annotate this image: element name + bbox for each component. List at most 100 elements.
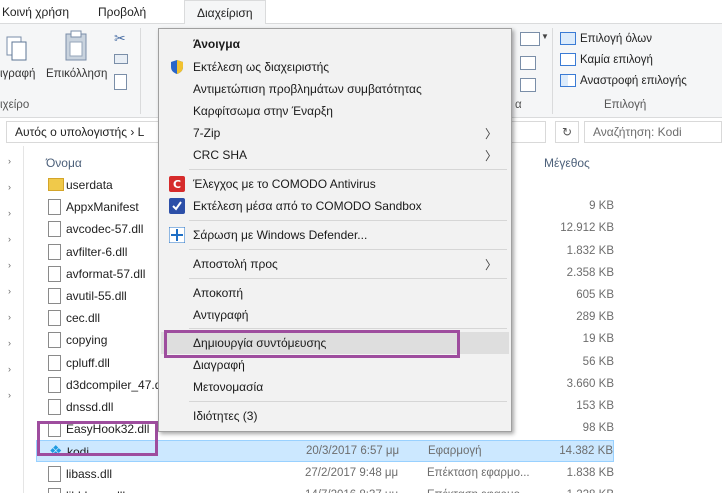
file-date: 20/3/2017 6:57 μμ bbox=[306, 445, 400, 458]
menu-item-troubleshoot[interactable]: Αντιμετώπιση προβλημάτων συμβατότητας bbox=[161, 78, 509, 100]
windows-defender-icon bbox=[168, 226, 186, 244]
menu-separator bbox=[189, 169, 507, 170]
menu-item-defender[interactable]: Σάρωση με Windows Defender... bbox=[161, 224, 509, 246]
history-small-icon[interactable] bbox=[520, 78, 536, 92]
file-size: 289 KB bbox=[576, 311, 614, 324]
copy-icon[interactable] bbox=[6, 34, 27, 61]
clipboard-group-label: ιχείρο bbox=[0, 99, 30, 111]
file-name: libbluray.dll bbox=[66, 489, 125, 493]
menu-item-pin-start[interactable]: Καρφίτσωμα στην Έναρξη bbox=[161, 100, 509, 122]
paste-label[interactable]: Επικόλληση bbox=[46, 68, 107, 80]
file-name: avcodec-57.dll bbox=[66, 222, 144, 237]
menu-separator bbox=[189, 220, 507, 221]
comodo-sandbox-icon bbox=[169, 198, 185, 214]
comodo-antivirus-icon: C bbox=[169, 176, 185, 192]
file-name: AppxManifest bbox=[66, 200, 139, 215]
menu-item-properties[interactable]: Ιδιότητες (3) bbox=[161, 405, 509, 427]
expand-arrow-icon[interactable]: › bbox=[8, 390, 11, 400]
expand-arrow-icon[interactable]: › bbox=[8, 260, 11, 270]
properties-small-icon[interactable] bbox=[520, 56, 536, 70]
expand-arrow-icon[interactable]: › bbox=[8, 234, 11, 244]
menu-item-label: Εκτέλεση ως διαχειριστής bbox=[193, 60, 330, 74]
navigation-pane[interactable]: › › › › › › › › › › bbox=[0, 146, 24, 493]
file-icon bbox=[48, 399, 61, 415]
file-name: d3dcompiler_47.dl bbox=[66, 377, 165, 392]
file-size: 1.838 KB bbox=[566, 466, 614, 479]
file-date: 27/2/2017 9:48 μμ bbox=[305, 466, 399, 479]
file-size: 3.660 KB bbox=[566, 377, 614, 390]
file-icon bbox=[48, 265, 61, 282]
copy-label[interactable]: ιγραφή bbox=[0, 68, 35, 80]
file-type: Εφαρμογή bbox=[428, 445, 482, 458]
file-icon bbox=[48, 332, 61, 349]
file-name: cec.dll bbox=[66, 311, 101, 326]
file-row[interactable]: libbluray.dll14/7/2016 8:37 μμΕπέκταση ε… bbox=[36, 485, 614, 493]
select-none-button[interactable]: Καμία επιλογή bbox=[560, 53, 653, 66]
menu-item-run-as-admin[interactable]: Εκτέλεση ως διαχειριστής bbox=[161, 56, 509, 78]
menu-item-copy[interactable]: Αντιγραφή bbox=[161, 304, 509, 326]
select-none-label: Καμία επιλογή bbox=[580, 53, 653, 66]
svg-text:C: C bbox=[173, 178, 181, 191]
file-size: 9 KB bbox=[589, 200, 614, 213]
menu-separator bbox=[189, 401, 507, 402]
tab-view[interactable]: Προβολή bbox=[98, 5, 146, 19]
menu-item-label: Αντιγραφή bbox=[193, 308, 249, 322]
menu-item-label: Μετονομασία bbox=[193, 380, 264, 394]
file-row[interactable]: libass.dll 27/2/2017 9:48 μμ Επέκταση εφαρ… bbox=[36, 463, 614, 485]
select-dropdown-icon[interactable] bbox=[520, 32, 540, 46]
expand-arrow-icon[interactable]: › bbox=[8, 182, 11, 192]
expand-arrow-icon[interactable]: › bbox=[8, 312, 11, 322]
file-name: cpluff.dll bbox=[66, 355, 110, 370]
column-header-name[interactable]: Όνομα bbox=[46, 156, 82, 170]
expand-arrow-icon[interactable]: › bbox=[8, 338, 11, 348]
menu-item-label: Διαγραφή bbox=[193, 358, 245, 372]
column-header-size[interactable]: Μέγεθος bbox=[544, 156, 590, 170]
menu-item-label: Ιδιότητες (3) bbox=[193, 409, 258, 423]
menu-item-comodo-sandbox[interactable]: Εκτέλεση μέσα από το COMODO Sandbox bbox=[161, 195, 509, 217]
expand-arrow-icon[interactable]: › bbox=[8, 286, 11, 296]
file-name: avfilter-6.dll bbox=[66, 244, 128, 259]
file-size: 98 KB bbox=[582, 422, 614, 435]
dropdown-chevron-icon[interactable]: ▼ bbox=[541, 32, 549, 41]
menu-item-label: Εκτέλεση μέσα από το COMODO Sandbox bbox=[193, 199, 422, 213]
select-all-label: Επιλογή όλων bbox=[580, 32, 652, 45]
file-icon bbox=[48, 465, 61, 482]
menu-item-comodo-antivirus[interactable]: C Έλεγχος με το COMODO Antivirus bbox=[161, 173, 509, 195]
menu-item-label: Άνοιγμα bbox=[193, 37, 240, 51]
menu-item-cut[interactable]: Αποκοπή bbox=[161, 282, 509, 304]
expand-arrow-icon[interactable]: › bbox=[8, 208, 11, 218]
shield-icon bbox=[169, 59, 185, 75]
expand-arrow-icon[interactable]: › bbox=[8, 156, 11, 166]
refresh-icon[interactable]: ↻ bbox=[555, 121, 579, 143]
copy-path-icon[interactable] bbox=[114, 54, 128, 64]
file-icon bbox=[48, 243, 61, 260]
file-name: avformat-57.dll bbox=[66, 266, 146, 281]
menu-item-label: Καρφίτσωμα στην Έναρξη bbox=[193, 104, 333, 118]
open-group-label: α bbox=[515, 99, 522, 111]
file-name: userdata bbox=[66, 178, 113, 192]
menu-item-label: Σάρωση με Windows Defender... bbox=[193, 228, 368, 242]
select-all-button[interactable]: Επιλογή όλων bbox=[560, 32, 652, 45]
paste-shortcut-icon[interactable] bbox=[114, 74, 127, 90]
menu-separator bbox=[189, 278, 507, 279]
tab-manage[interactable]: Διαχείριση bbox=[184, 0, 266, 25]
menu-item-rename[interactable]: Μετονομασία bbox=[161, 376, 509, 398]
ribbon-tab-bar: Κοινή χρήση Προβολή Διαχείριση bbox=[0, 0, 722, 25]
menu-item-send-to[interactable]: Αποστολή προς 〉 bbox=[161, 253, 509, 275]
menu-item-7zip[interactable]: 7-Zip 〉 bbox=[161, 122, 509, 144]
chevron-right-icon: 〉 bbox=[484, 149, 497, 163]
invert-selection-button[interactable]: Αναστροφή επιλογής bbox=[560, 74, 687, 87]
cut-icon[interactable]: ✂ bbox=[114, 30, 126, 47]
paste-icon[interactable] bbox=[64, 30, 90, 62]
search-input[interactable]: Αναζήτηση: Kodi bbox=[584, 121, 722, 143]
file-name: dnssd.dll bbox=[66, 400, 114, 414]
menu-item-crc-sha[interactable]: CRC SHA 〉 bbox=[161, 144, 509, 166]
expand-arrow-icon[interactable]: › bbox=[8, 364, 11, 374]
file-icon bbox=[48, 487, 61, 493]
file-size: 605 KB bbox=[576, 289, 614, 301]
menu-separator bbox=[189, 328, 507, 329]
tab-share[interactable]: Κοινή χρήση bbox=[2, 5, 69, 19]
menu-item-open[interactable]: Άνοιγμα bbox=[161, 33, 509, 55]
file-icon bbox=[48, 376, 61, 393]
file-date: 14/7/2016 8:37 μμ bbox=[305, 489, 398, 493]
